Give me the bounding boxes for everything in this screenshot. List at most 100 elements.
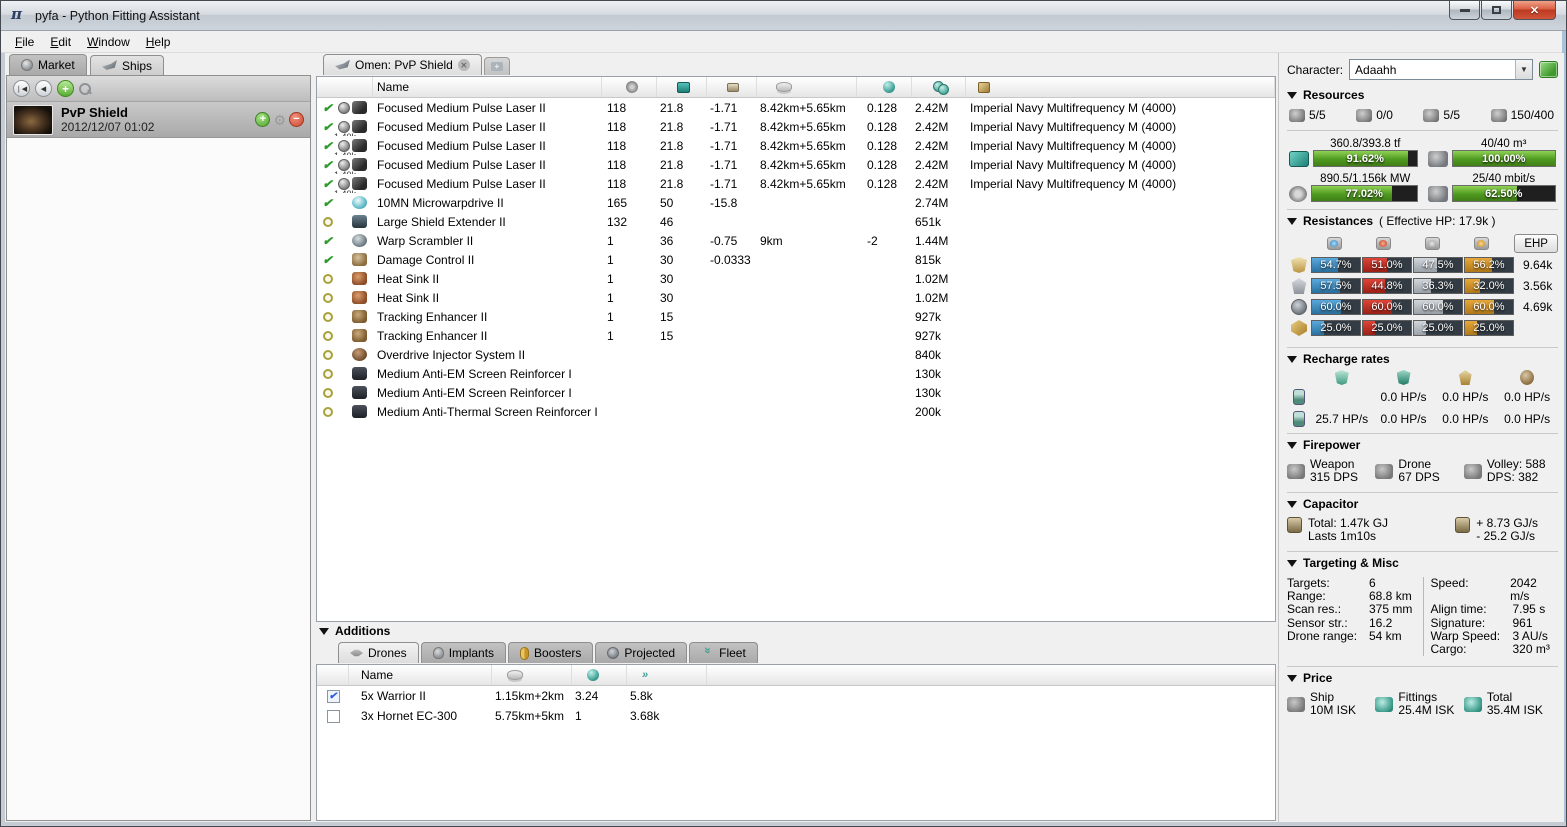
fit-name: PvP Shield bbox=[61, 104, 128, 120]
menu-help[interactable]: Help bbox=[138, 33, 179, 51]
cpu-column-header[interactable] bbox=[657, 77, 707, 97]
new-tab-button[interactable]: + bbox=[483, 57, 510, 75]
additions-header[interactable]: Additions bbox=[319, 622, 390, 640]
module-state-icon[interactable] bbox=[320, 214, 335, 229]
module-row[interactable]: Heat Sink II 1 30 1.02M bbox=[317, 269, 1275, 288]
resources-header[interactable]: Resources bbox=[1287, 88, 1558, 102]
module-price: 1.02M bbox=[915, 271, 949, 286]
close-button[interactable]: ✕ bbox=[1513, 1, 1556, 20]
module-state-icon[interactable] bbox=[320, 138, 335, 153]
module-row[interactable]: Medium Anti-EM Screen Reinforcer I 130k bbox=[317, 364, 1275, 383]
tab-fleet[interactable]: » Fleet bbox=[689, 642, 758, 663]
character-select[interactable]: Adaahh ▼ bbox=[1349, 59, 1533, 80]
collapse-arrow-icon[interactable] bbox=[1287, 441, 1297, 449]
menu-file[interactable]: File bbox=[7, 33, 42, 51]
module-state-icon[interactable] bbox=[320, 195, 335, 210]
rename-fit-gear-icon[interactable]: ⚙ bbox=[273, 113, 286, 127]
state-column-header[interactable] bbox=[317, 77, 373, 97]
module-state-icon[interactable] bbox=[320, 309, 335, 324]
module-row[interactable]: Large Shield Extender II 132 46 651k bbox=[317, 212, 1275, 231]
drone-speed-column-header[interactable]: » bbox=[627, 665, 707, 685]
tab-omen-pvp-shield[interactable]: Omen: PvP Shield ✕ bbox=[323, 54, 482, 75]
tab-projected[interactable]: Projected bbox=[595, 642, 688, 663]
module-state-icon[interactable] bbox=[320, 157, 335, 172]
module-row[interactable]: Damage Control II 1 30 -0.0333 815k bbox=[317, 250, 1275, 269]
drone-range-column-header[interactable] bbox=[492, 665, 572, 685]
module-row[interactable]: Overdrive Injector System II 840k bbox=[317, 345, 1275, 364]
module-state-icon[interactable] bbox=[320, 252, 335, 267]
module-state-icon[interactable] bbox=[320, 404, 335, 419]
name-column-header[interactable]: Name bbox=[373, 77, 602, 97]
module-state-icon[interactable] bbox=[320, 176, 335, 191]
copy-fit-button[interactable]: + bbox=[255, 112, 271, 127]
module-state-icon[interactable] bbox=[320, 347, 335, 362]
module-state-icon[interactable] bbox=[320, 328, 335, 343]
price-column-header[interactable] bbox=[912, 77, 966, 97]
tab-boosters[interactable]: Boosters bbox=[508, 642, 594, 663]
module-row[interactable]: Tracking Enhancer II 1 15 927k bbox=[317, 307, 1275, 326]
module-row[interactable]: 1.40k Focused Medium Pulse Laser II 118 … bbox=[317, 174, 1275, 193]
delete-fit-button[interactable]: − bbox=[289, 112, 304, 127]
tracking-column-header[interactable] bbox=[857, 77, 912, 97]
drone-active-checkbox[interactable] bbox=[326, 689, 340, 703]
module-row[interactable]: 1.40k Focused Medium Pulse Laser II 118 … bbox=[317, 136, 1275, 155]
tab-drones[interactable]: Drones bbox=[338, 642, 419, 663]
module-row[interactable]: 1.40k Focused Medium Pulse Laser II 118 … bbox=[317, 155, 1275, 174]
maximize-button[interactable] bbox=[1481, 1, 1512, 20]
collapse-arrow-icon[interactable] bbox=[319, 627, 329, 635]
collapse-arrow-icon[interactable] bbox=[1287, 217, 1297, 225]
recharge-header[interactable]: Recharge rates bbox=[1287, 352, 1558, 366]
tab-ships[interactable]: Ships bbox=[90, 54, 165, 76]
module-row[interactable]: Tracking Enhancer II 1 15 927k bbox=[317, 326, 1275, 345]
ehp-toggle-button[interactable]: EHP bbox=[1514, 234, 1558, 253]
module-row[interactable]: Medium Anti-EM Screen Reinforcer I 130k bbox=[317, 383, 1275, 402]
minimize-button[interactable] bbox=[1449, 1, 1480, 20]
capacitor-header[interactable]: Capacitor bbox=[1287, 497, 1558, 511]
module-state-icon[interactable] bbox=[320, 290, 335, 305]
targeting-header[interactable]: Targeting & Misc bbox=[1287, 556, 1558, 570]
module-state-icon[interactable] bbox=[320, 366, 335, 381]
chevron-down-icon[interactable]: ▼ bbox=[1515, 60, 1532, 79]
collapse-arrow-icon[interactable] bbox=[1287, 355, 1297, 363]
module-row[interactable]: Focused Medium Pulse Laser II 118 21.8 -… bbox=[317, 98, 1275, 117]
close-tab-icon[interactable]: ✕ bbox=[457, 59, 470, 71]
collapse-arrow-icon[interactable] bbox=[1287, 500, 1297, 508]
tab-market[interactable]: Market bbox=[9, 54, 87, 75]
tab-implants[interactable]: Implants bbox=[420, 642, 507, 663]
collapse-arrow-icon[interactable] bbox=[1287, 674, 1297, 682]
search-icon[interactable] bbox=[79, 82, 91, 95]
character-editor-icon[interactable] bbox=[1539, 61, 1558, 78]
menu-edit[interactable]: Edit bbox=[42, 33, 79, 51]
range-column-header[interactable] bbox=[757, 77, 857, 97]
module-state-icon[interactable] bbox=[320, 385, 335, 400]
price-header[interactable]: Price bbox=[1287, 671, 1558, 685]
module-state-icon[interactable] bbox=[320, 119, 335, 134]
drone-row[interactable]: 5x Warrior II 1.15km+2km 3.24 5.8k bbox=[317, 686, 1275, 706]
ammo-column-header[interactable] bbox=[966, 77, 1275, 97]
capacitor-row: Total: 1.47k GJ Lasts 1m10s + 8.73 GJ/s - … bbox=[1287, 515, 1558, 547]
module-state-icon[interactable] bbox=[320, 100, 335, 115]
drone-active-column-header[interactable] bbox=[317, 665, 349, 685]
module-state-icon[interactable] bbox=[320, 233, 335, 248]
powergrid-column-header[interactable] bbox=[602, 77, 657, 97]
collapse-arrow-icon[interactable] bbox=[1287, 91, 1297, 99]
module-row[interactable]: 1.40k Focused Medium Pulse Laser II 118 … bbox=[317, 117, 1275, 136]
module-row[interactable]: Warp Scrambler II 1 36 -0.75 9km -2 1.44… bbox=[317, 231, 1275, 250]
back-button[interactable]: ◀ bbox=[35, 80, 52, 97]
module-row[interactable]: Medium Anti-Thermal Screen Reinforcer I … bbox=[317, 402, 1275, 421]
drone-name-column-header[interactable]: Name bbox=[349, 665, 492, 685]
drone-active-checkbox[interactable] bbox=[326, 709, 340, 723]
back-to-start-button[interactable]: ❘◀ bbox=[13, 80, 30, 97]
menu-window[interactable]: Window bbox=[79, 33, 138, 51]
module-state-icon[interactable] bbox=[320, 271, 335, 286]
firepower-header[interactable]: Firepower bbox=[1287, 438, 1558, 452]
new-fit-button[interactable]: + bbox=[57, 80, 74, 97]
collapse-arrow-icon[interactable] bbox=[1287, 559, 1297, 567]
module-row[interactable]: Heat Sink II 1 30 1.02M bbox=[317, 288, 1275, 307]
module-row[interactable]: 10MN Microwarpdrive II 165 50 -15.8 2.74… bbox=[317, 193, 1275, 212]
fit-list-item[interactable]: PvP Shield 2012/12/07 01:02 + ⚙ − bbox=[7, 102, 310, 138]
drone-row[interactable]: 3x Hornet EC-300 5.75km+5km 1 3.68k bbox=[317, 706, 1275, 726]
resistances-header[interactable]: Resistances ( Effective HP: 17.9k ) bbox=[1287, 214, 1558, 228]
drone-tracking-column-header[interactable] bbox=[572, 665, 627, 685]
capacitor-column-header[interactable] bbox=[707, 77, 757, 97]
